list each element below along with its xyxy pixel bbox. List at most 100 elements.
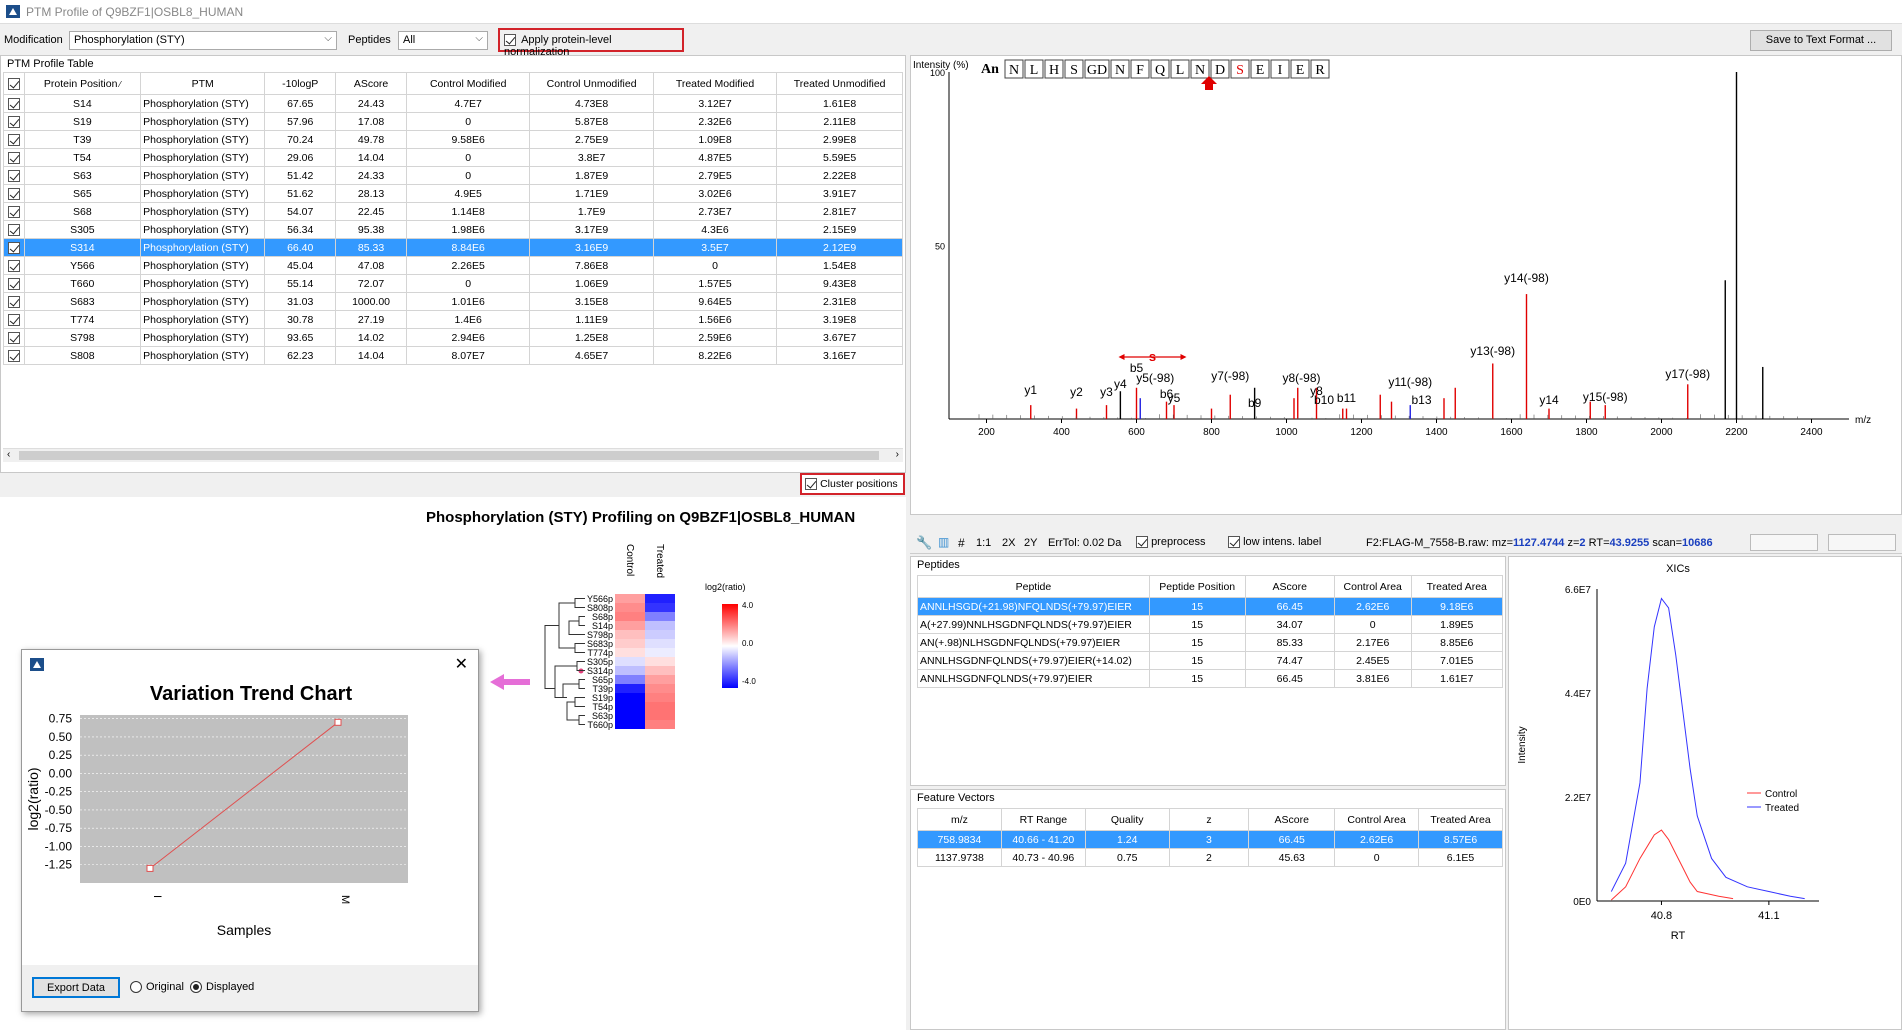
select-all-header[interactable] — [3, 72, 25, 95]
row-checkbox-cell[interactable] — [3, 166, 25, 185]
row-checkbox-cell[interactable] — [3, 184, 25, 203]
column-header[interactable]: Peptide — [917, 575, 1150, 598]
cluster-positions-checkbox-row[interactable]: Cluster positions — [800, 473, 905, 495]
row-checkbox-cell[interactable] — [3, 292, 25, 311]
row-checkbox[interactable] — [7, 133, 20, 146]
column-header[interactable]: AScore — [1248, 808, 1336, 831]
column-header[interactable]: RT Range — [1000, 808, 1086, 831]
table-row[interactable]: S683 Phosphorylation (STY) 31.03 1000.00 1.0… — [3, 292, 903, 311]
table-row[interactable]: A(+27.99)NNLHSGDNFQLNDS(+79.97)EIER 15 34.… — [917, 615, 1503, 634]
row-checkbox[interactable] — [7, 187, 20, 200]
row-checkbox-cell[interactable] — [3, 238, 25, 257]
row-checkbox[interactable] — [7, 277, 20, 290]
row-checkbox[interactable] — [7, 97, 20, 110]
column-header[interactable]: AScore — [1244, 575, 1335, 598]
row-checkbox-cell[interactable] — [3, 256, 25, 275]
table-row[interactable]: S305 Phosphorylation (STY) 56.34 95.38 1.98E… — [3, 220, 903, 239]
table-row[interactable]: S63 Phosphorylation (STY) 51.42 24.33 0 1.87E… — [3, 166, 903, 185]
row-checkbox[interactable] — [7, 151, 20, 164]
table-row[interactable]: S19 Phosphorylation (STY) 57.96 17.08 0 5.87E… — [3, 112, 903, 131]
displayed-radio[interactable] — [190, 981, 202, 993]
row-checkbox[interactable] — [7, 169, 20, 182]
select-all-checkbox[interactable] — [7, 77, 20, 90]
preprocess-checkbox-row[interactable]: preprocess — [1136, 536, 1205, 549]
scroll-left-icon[interactable]: ‹ — [7, 449, 10, 460]
column-header[interactable]: Treated Area — [1410, 575, 1503, 598]
column-header[interactable]: Treated Unmodified — [776, 72, 903, 95]
column-header[interactable]: Control Modified — [405, 72, 531, 95]
table-row[interactable]: T54 Phosphorylation (STY) 29.06 14.04 0 3.8E7… — [3, 148, 903, 167]
table-row[interactable]: S798 Phosphorylation (STY) 93.65 14.02 2.94E… — [3, 328, 903, 347]
row-checkbox-cell[interactable] — [3, 112, 25, 131]
modification-select[interactable]: Phosphorylation (STY) ⌵ — [69, 31, 337, 50]
column-header[interactable]: Control Area — [1334, 808, 1420, 831]
column-header[interactable]: Control Unmodified — [529, 72, 654, 95]
cluster-positions-checkbox[interactable] — [805, 478, 817, 491]
hash-icon[interactable]: # — [958, 536, 965, 550]
low-intens-checkbox-row[interactable]: low intens. label — [1228, 536, 1321, 549]
table-row[interactable]: T660 Phosphorylation (STY) 55.14 72.07 0 1.06… — [3, 274, 903, 293]
toolbar-field-1[interactable] — [1750, 534, 1818, 551]
row-checkbox[interactable] — [7, 349, 20, 362]
column-header[interactable]: Peptide Position — [1148, 575, 1246, 598]
row-checkbox[interactable] — [7, 331, 20, 344]
wrench-icon[interactable]: 🔧 — [916, 535, 932, 551]
column-header[interactable]: m/z — [917, 808, 1002, 831]
table-row[interactable]: S808 Phosphorylation (STY) 62.23 14.04 8.07E… — [3, 346, 903, 365]
scroll-right-icon[interactable]: › — [896, 449, 899, 460]
table-row[interactable]: ANNLHSGDNFQLNDS(+79.97)EIER 15 66.45 3.81E6… — [917, 669, 1503, 688]
row-checkbox[interactable] — [7, 295, 20, 308]
column-header[interactable]: Treated Modified — [652, 72, 778, 95]
ratio-button[interactable]: 1:1 — [976, 537, 991, 549]
row-checkbox[interactable] — [7, 223, 20, 236]
table-row[interactable]: S14 Phosphorylation (STY) 67.65 24.43 4.7E7 4… — [3, 94, 903, 113]
row-checkbox[interactable] — [7, 205, 20, 218]
row-checkbox[interactable] — [7, 313, 20, 326]
row-checkbox-cell[interactable] — [3, 310, 25, 329]
export-data-button[interactable]: Export Data — [32, 977, 120, 998]
scrollbar-thumb[interactable] — [19, 451, 879, 460]
save-button[interactable]: Save to Text Format ... — [1750, 30, 1892, 51]
horizontal-scrollbar[interactable]: ‹ › — [3, 448, 903, 462]
normalization-checkbox-row[interactable]: Apply protein-level normalization — [498, 28, 684, 58]
table-row[interactable]: S65 Phosphorylation (STY) 51.62 28.13 4.9E5 1… — [3, 184, 903, 203]
zoom-2y-button[interactable]: 2Y — [1024, 537, 1037, 549]
column-header[interactable]: PTM — [140, 72, 266, 95]
row-checkbox-cell[interactable] — [3, 220, 25, 239]
table-row[interactable]: T39 Phosphorylation (STY) 70.24 49.78 9.58E6… — [3, 130, 903, 149]
column-header[interactable]: Control Area — [1333, 575, 1412, 598]
column-header[interactable]: Quality — [1084, 808, 1170, 831]
zoom-2x-button[interactable]: 2X — [1002, 537, 1015, 549]
low-intens-checkbox[interactable] — [1228, 536, 1240, 549]
row-checkbox-cell[interactable] — [3, 346, 25, 365]
column-header[interactable]: -10logP — [264, 72, 337, 95]
row-checkbox-cell[interactable] — [3, 274, 25, 293]
table-row[interactable]: T774 Phosphorylation (STY) 30.78 27.19 1.4E6… — [3, 310, 903, 329]
row-checkbox-cell[interactable] — [3, 328, 25, 347]
table-row[interactable]: S314 Phosphorylation (STY) 66.40 85.33 8.84E… — [3, 238, 903, 257]
preprocess-checkbox[interactable] — [1136, 536, 1148, 549]
row-checkbox[interactable] — [7, 259, 20, 272]
peptides-select[interactable]: All ⌵ — [398, 31, 488, 50]
column-header[interactable]: z — [1168, 808, 1250, 831]
column-header[interactable]: Protein Position ⁄ — [23, 72, 142, 95]
row-checkbox-cell[interactable] — [3, 130, 25, 149]
original-radio[interactable] — [130, 981, 142, 993]
table-row[interactable]: ANNLHSGDNFQLNDS(+79.97)EIER(+14.02) 15 74.… — [917, 651, 1503, 670]
close-icon[interactable]: ✕ — [455, 654, 468, 674]
row-checkbox-cell[interactable] — [3, 94, 25, 113]
row-checkbox[interactable] — [7, 115, 20, 128]
row-checkbox[interactable] — [7, 241, 20, 254]
table-row[interactable]: S68 Phosphorylation (STY) 54.07 22.45 1.14E8… — [3, 202, 903, 221]
spectrum-icon[interactable]: ▥ — [938, 535, 949, 549]
row-checkbox-cell[interactable] — [3, 202, 25, 221]
column-header[interactable]: AScore — [335, 72, 407, 95]
table-row[interactable]: ANNLHSGD(+21.98)NFQLNDS(+79.97)EIER 15 66.… — [917, 597, 1503, 616]
table-row[interactable]: 1137.9738 40.73 - 40.96 0.75 2 45.63 0 6.1E5 — [917, 848, 1503, 867]
table-row[interactable]: AN(+.98)NLHSGDNFQLNDS(+79.97)EIER 15 85.33… — [917, 633, 1503, 652]
table-row[interactable]: 758.9834 40.66 - 41.20 1.24 3 66.45 2.62E6 8.5… — [917, 830, 1503, 849]
normalization-checkbox[interactable] — [504, 34, 516, 47]
toolbar-field-2[interactable] — [1828, 534, 1896, 551]
table-row[interactable]: Y566 Phosphorylation (STY) 45.04 47.08 2.26E… — [3, 256, 903, 275]
column-header[interactable]: Treated Area — [1418, 808, 1503, 831]
